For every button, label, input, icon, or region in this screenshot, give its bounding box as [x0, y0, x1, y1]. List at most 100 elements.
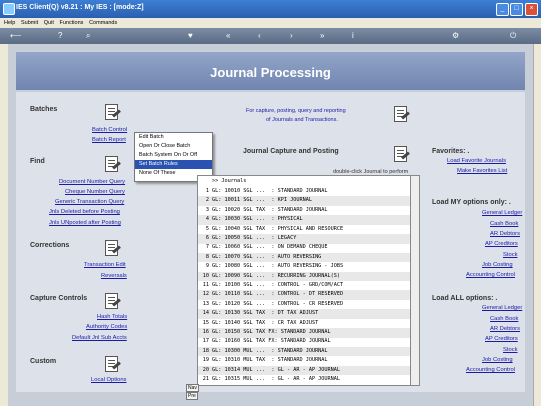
- all-job-costing-link[interactable]: Job Costing: [482, 357, 513, 363]
- journal-row[interactable]: 16 GL: 10150 SGL TAX FX: STANDARD JOURNAL: [198, 328, 411, 338]
- load-all-heading: Load ALL options: .: [432, 295, 498, 302]
- journal-row[interactable]: 2 GL: 10011 SGL ... : KPI JOURNAL: [198, 196, 411, 206]
- my-stock-link[interactable]: Stock: [503, 252, 518, 258]
- journal-row-number: 8: [205, 253, 209, 260]
- menu-functions[interactable]: Functions: [60, 18, 84, 28]
- journal-row[interactable]: 21 GL: 10315 MUL ... : GL - AR - AP JOURN…: [198, 375, 411, 385]
- my-cash-book-link[interactable]: Cash Book: [490, 221, 518, 227]
- menu-submit[interactable]: Submit: [21, 18, 38, 28]
- title-bar: IES Client(Q) v8.21 : My IES : [mode:Z] …: [0, 0, 541, 18]
- batch-report-link[interactable]: Batch Report: [92, 137, 126, 143]
- all-ap-creditors-link[interactable]: AP Creditors: [485, 336, 518, 342]
- menu-help[interactable]: Help: [4, 18, 15, 28]
- journal-row[interactable]: 11 GL: 10100 SGL ... : CONTROL - GRD/COM/…: [198, 281, 411, 291]
- cheque-number-query-link[interactable]: Cheque Number Query: [65, 189, 125, 195]
- journal-row[interactable]: 7 GL: 10060 SGL ... : ON DEMAND CHEQUE: [198, 243, 411, 253]
- journal-row[interactable]: 12 GL: 10110 SGL ... : CONTROL - DT RESER…: [198, 290, 411, 300]
- journal-row[interactable]: 17 GL: 10160 SGL TAX FX: STANDARD JOURNAL: [198, 337, 411, 347]
- load-favorite-journals-link[interactable]: Load Favorite Journals: [447, 158, 506, 164]
- journal-list-scrollbar[interactable]: [410, 175, 420, 386]
- load-my-heading: Load MY options only: .: [432, 199, 511, 206]
- minimize-button[interactable]: _: [496, 3, 509, 16]
- all-accounting-control-link[interactable]: Accounting Control: [466, 367, 515, 373]
- maximize-button[interactable]: □: [510, 3, 523, 16]
- journal-row[interactable]: 14 GL: 10130 SGL TAX : DT TAX ADJUST: [198, 309, 411, 319]
- tab-pre[interactable]: Pre: [186, 392, 198, 400]
- menu-item-batch-system[interactable]: Batch System On Or Off: [135, 151, 212, 160]
- journal-row[interactable]: 13 GL: 10120 SGL ... : CONTROL - CR RESER…: [198, 300, 411, 310]
- generic-transaction-query-link[interactable]: Generic Transaction Query: [55, 199, 124, 205]
- journal-row[interactable]: 8 GL: 10070 SGL ... : AUTO REVERSING: [198, 252, 411, 263]
- last-icon[interactable]: »: [320, 31, 324, 41]
- journal-row[interactable]: 1 GL: 10010 SGL ... : STANDARD JOURNAL: [198, 187, 411, 197]
- journal-row[interactable]: 15 GL: 10140 SGL TAX : CR TAX ADJUST: [198, 319, 411, 329]
- jnls-deleted-link[interactable]: Jnls Deleted before Posting: [49, 209, 120, 215]
- menu-item-set-batch-rules[interactable]: Set Batch Rules: [135, 160, 212, 169]
- journal-row[interactable]: 19 GL: 10310 MUL TAX : STANDARD JOURNAL: [198, 356, 411, 366]
- journal-row-text: GL: 10020 SGL TAX : STANDARD JOURNAL: [212, 206, 328, 213]
- journal-capture-doc-icon: [391, 146, 410, 164]
- info-icon[interactable]: i: [352, 31, 354, 41]
- journal-row-number: 10: [202, 272, 209, 279]
- journal-row[interactable]: 10 GL: 10090 SGL ... : RECURRING JOURNAL(…: [198, 271, 411, 282]
- journal-row[interactable]: 18 GL: 10300 MUL ... : STANDARD JOURNAL: [198, 346, 411, 357]
- transaction-edit-link[interactable]: Transaction Edit: [84, 262, 126, 268]
- journal-row-number: 16: [202, 329, 209, 335]
- menu-item-open-close-batch[interactable]: Open Or Close Batch: [135, 142, 212, 151]
- reversals-link[interactable]: Reversals: [101, 273, 127, 279]
- my-ar-debtors-link[interactable]: AR Debtors: [490, 231, 520, 237]
- journal-row[interactable]: 3 GL: 10020 SGL TAX : STANDARD JOURNAL: [198, 206, 411, 216]
- settings-icon[interactable]: ⚙: [452, 31, 459, 41]
- local-options-link[interactable]: Local Options: [91, 377, 126, 383]
- journal-row-text: GL: 10160 SGL TAX FX: STANDARD JOURNAL: [212, 338, 331, 345]
- batches-heading: Batches: [30, 106, 58, 113]
- journal-row-text: GL: 10150 SGL TAX FX: STANDARD JOURNAL: [212, 329, 331, 335]
- my-general-ledger-link[interactable]: General Ledger: [482, 210, 522, 216]
- tab-nav[interactable]: Nav: [186, 384, 199, 392]
- authority-codes-link[interactable]: Authority Codes: [86, 324, 127, 330]
- default-jnl-sub-accts-link[interactable]: Default Jnl Sub Accts: [72, 335, 127, 341]
- exit-icon[interactable]: ⏻: [510, 31, 516, 41]
- all-cash-book-link[interactable]: Cash Book: [490, 316, 518, 322]
- menu-commands[interactable]: Commands: [89, 18, 117, 28]
- batch-control-link[interactable]: Batch Control: [92, 127, 127, 133]
- journal-row-number: 6: [205, 235, 209, 241]
- menu-item-edit-batch[interactable]: Edit Batch: [135, 133, 212, 142]
- journal-row[interactable]: 5 GL: 10040 SGL TAX : PHYSICAL AND RESOUR…: [198, 225, 411, 235]
- capture-controls-doc-icon: [102, 293, 121, 311]
- all-ar-debtors-link[interactable]: AR Debtors: [490, 326, 520, 332]
- all-stock-link[interactable]: Stock: [503, 347, 518, 353]
- capture-controls-heading: Capture Controls: [30, 295, 88, 302]
- make-favorites-list-link[interactable]: Make Favorites List: [457, 168, 507, 174]
- custom-heading: Custom: [30, 358, 57, 365]
- search-icon[interactable]: ⌕: [86, 31, 90, 41]
- journal-row-number: 15: [202, 319, 209, 326]
- journal-row[interactable]: 6 GL: 10050 SGL ... : LEGACY: [198, 234, 411, 244]
- journal-row[interactable]: 20 GL: 10314 MUL ... : GL - AR - AP JOURN…: [198, 365, 411, 376]
- back-arrow-icon[interactable]: ⟵: [10, 31, 21, 41]
- journal-row[interactable]: 9 GL: 10080 SGL ... : AUTO REVERSING - JO…: [198, 262, 411, 272]
- menu-quit[interactable]: Quit: [44, 18, 54, 28]
- my-accounting-control-link[interactable]: Accounting Control: [466, 272, 515, 278]
- batches-note-2: of Journals and Transactions.: [266, 117, 338, 123]
- document-number-query-link[interactable]: Document Number Query: [59, 179, 125, 185]
- journal-row-number: 12: [202, 291, 209, 298]
- jnls-unposted-link[interactable]: Jnls UNposted after Posting: [49, 220, 121, 226]
- close-button[interactable]: ×: [525, 3, 538, 16]
- journal-row-number: 7: [205, 244, 209, 251]
- my-job-costing-link[interactable]: Job Costing: [482, 262, 513, 268]
- help-icon[interactable]: ?: [58, 31, 62, 41]
- previous-icon[interactable]: ‹: [258, 31, 261, 41]
- journal-list[interactable]: >> Journals 1 GL: 10010 SGL ... : STANDAR…: [197, 175, 412, 386]
- favorites-heading: Favorites: .: [432, 148, 470, 155]
- all-general-ledger-link[interactable]: General Ledger: [482, 305, 522, 311]
- hash-totals-link[interactable]: Hash Totals: [97, 314, 127, 320]
- journal-row[interactable]: 4 GL: 10030 SGL ... : PHYSICAL: [198, 215, 411, 225]
- journal-row-number: 13: [202, 300, 209, 307]
- next-icon[interactable]: ›: [290, 31, 293, 41]
- first-icon[interactable]: «: [226, 31, 230, 41]
- journal-row-text: GL: 10090 SGL ... : RECURRING JOURNAL(S): [212, 272, 341, 279]
- my-ap-creditors-link[interactable]: AP Creditors: [485, 241, 518, 247]
- favorite-icon[interactable]: ♥: [188, 31, 193, 41]
- journal-row-text: GL: 10315 MUL ... : GL - AR - AP JOURNAL: [212, 376, 341, 382]
